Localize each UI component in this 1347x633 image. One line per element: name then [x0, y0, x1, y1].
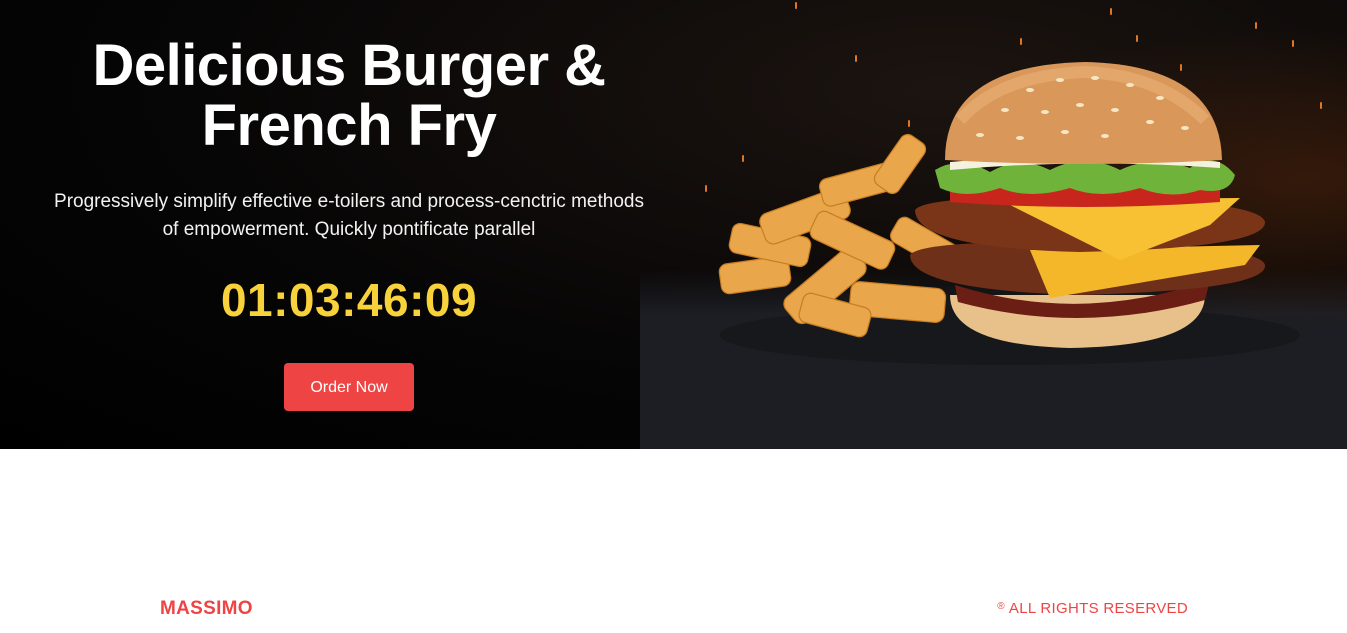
- hero-section: Delicious Burger & French Fry Progressiv…: [0, 0, 1347, 449]
- burger-fries-image: [718, 62, 1300, 365]
- copyright-notice: ® ALL RIGHTS RESERVED: [997, 600, 1188, 617]
- brand-name[interactable]: MASSIMO: [160, 598, 253, 620]
- hero-description: Progressively simplify effective e-toile…: [54, 191, 644, 240]
- footer: MASSIMO ® ALL RIGHTS RESERVED: [0, 449, 1347, 633]
- order-now-button[interactable]: Order Now: [284, 363, 414, 411]
- hero-text-block: Delicious Burger & French Fry Progressiv…: [40, 36, 658, 411]
- rights-text: ALL RIGHTS RESERVED: [1008, 600, 1188, 617]
- countdown-timer: 01:03:46:09: [220, 274, 478, 326]
- registered-icon: ®: [997, 601, 1005, 612]
- hero-title: Delicious Burger & French Fry: [92, 33, 606, 158]
